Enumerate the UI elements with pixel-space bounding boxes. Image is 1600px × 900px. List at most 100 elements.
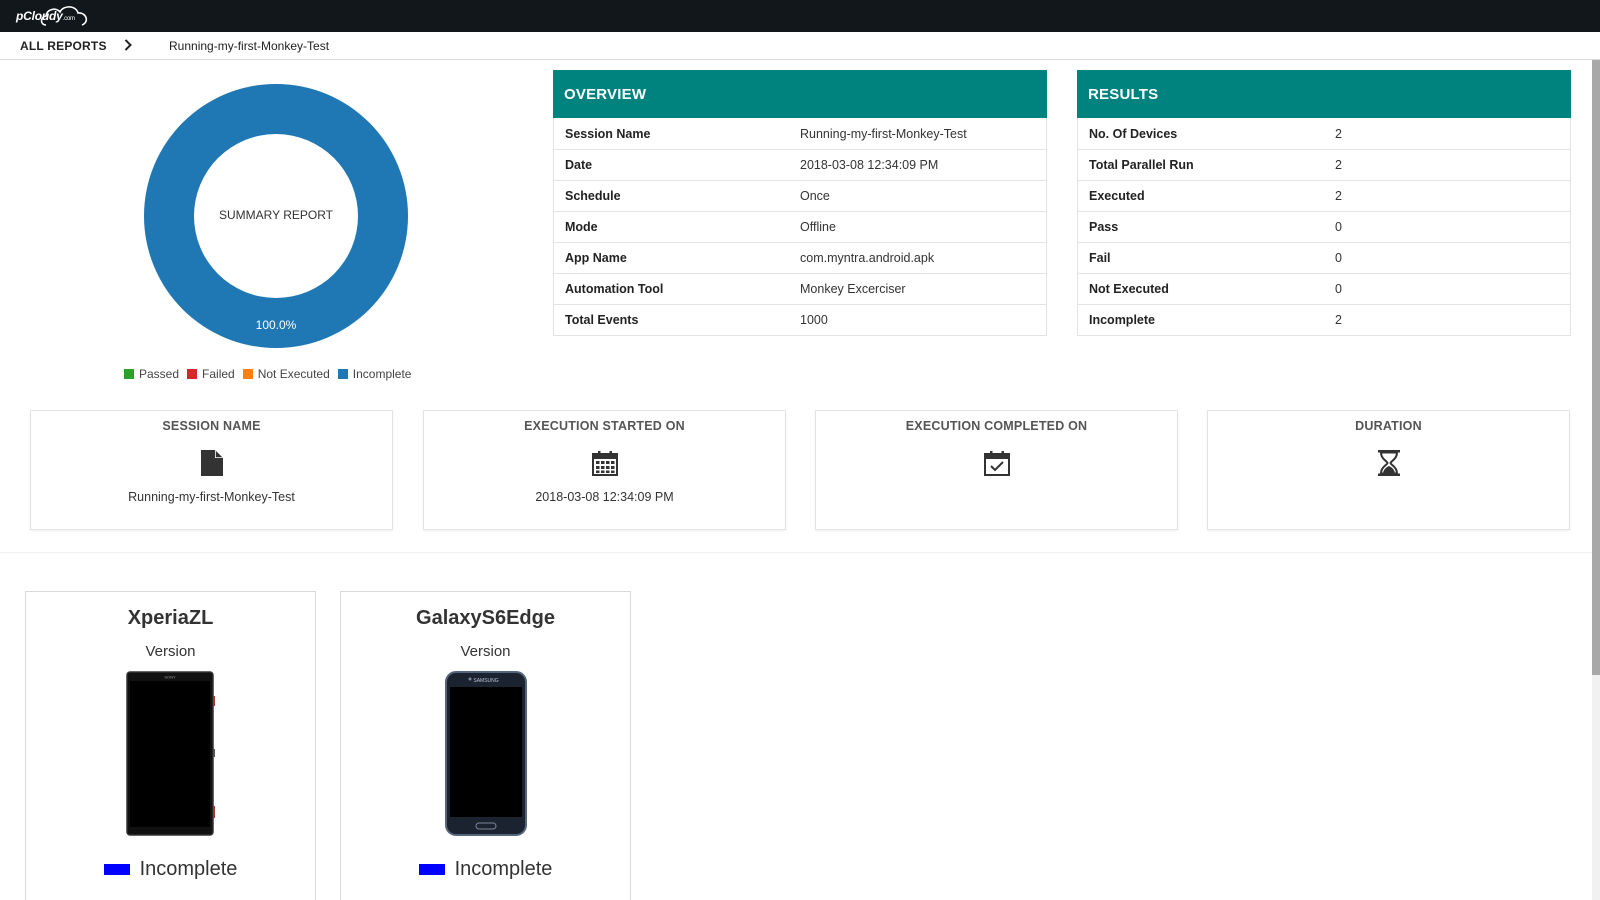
table-row: Incomplete 2	[1078, 304, 1570, 335]
pcloudy-logo[interactable]: pCloudy.com	[16, 4, 88, 28]
donut-center-label: SUMMARY REPORT	[218, 208, 334, 222]
row-key: Fail	[1089, 251, 1111, 265]
chevron-right-icon	[124, 39, 132, 51]
info-card-duration: DURATION	[1207, 410, 1570, 530]
hourglass-icon	[1377, 450, 1400, 476]
device-version-label: Version	[145, 643, 196, 660]
page-scrollbar-thumb[interactable]	[1592, 60, 1600, 675]
row-value: 2	[1335, 158, 1342, 172]
device-phone-image: SAMSUNG	[444, 671, 527, 836]
donut-slice-label: 100.0%	[255, 318, 297, 332]
table-row: Executed 2	[1078, 180, 1570, 211]
row-value: 0	[1335, 251, 1342, 265]
legend-item-not-executed[interactable]: Not Executed	[242, 367, 330, 381]
table-row: Schedule Once	[554, 180, 1046, 211]
row-value: 2018-03-08 12:34:09 PM	[800, 158, 939, 172]
calendar-icon	[591, 451, 618, 476]
row-key: Automation Tool	[565, 282, 664, 296]
table-row: Session Name Running-my-first-Monkey-Test	[554, 118, 1046, 149]
info-card-title: EXECUTION STARTED ON	[524, 419, 685, 433]
table-row: Pass 0	[1078, 211, 1570, 242]
row-key: Session Name	[565, 126, 651, 141]
row-key: Pass	[1089, 220, 1119, 234]
table-row: Fail 0	[1078, 242, 1570, 273]
results-table: No. Of Devices 2 Total Parallel Run 2 Exec…	[1077, 118, 1571, 336]
legend-label: Passed	[139, 367, 180, 381]
status-swatch	[418, 864, 445, 875]
legend-item-incomplete[interactable]: Incomplete	[337, 367, 412, 381]
info-card-execution-completed: EXECUTION COMPLETED ON	[815, 410, 1178, 530]
device-status-label: Incomplete	[139, 858, 238, 880]
table-row: Total Parallel Run 2	[1078, 149, 1570, 180]
section-divider	[0, 552, 1592, 553]
top-bar: pCloudy.com	[0, 0, 1600, 32]
legend-swatch	[124, 369, 134, 379]
info-card-value: Running-my-first-Monkey-Test	[128, 490, 295, 504]
results-panel: RESULTS No. Of Devices 2 Total Parallel R…	[1077, 70, 1571, 336]
logo-text: pCloudy.com	[16, 9, 75, 23]
table-row: Not Executed 0	[1078, 273, 1570, 304]
device-card-galaxys6edge[interactable]: GalaxyS6Edge Version SAMSUNG Incomplete	[340, 591, 631, 900]
device-name: XperiaZL	[127, 607, 214, 629]
row-value: Monkey Excerciser	[800, 282, 906, 296]
legend-label: Incomplete	[352, 367, 412, 381]
device-status-label: Incomplete	[454, 858, 553, 880]
table-row: Automation Tool Monkey Excerciser	[554, 273, 1046, 304]
info-card-title: EXECUTION COMPLETED ON	[905, 419, 1088, 433]
device-brand: SONY	[164, 675, 176, 680]
device-version-label: Version	[460, 643, 511, 660]
row-key: Executed	[1089, 189, 1145, 203]
device-status: Incomplete	[26, 858, 315, 881]
row-value: 0	[1335, 282, 1342, 296]
device-brand: SAMSUNG	[473, 678, 498, 684]
device-phone-image: SONY	[125, 671, 215, 836]
legend-swatch	[337, 369, 348, 379]
results-title: RESULTS	[1077, 70, 1571, 118]
info-card-session-name: SESSION NAME Running-my-first-Monkey-Tes…	[30, 410, 393, 530]
row-key: Not Executed	[1089, 282, 1169, 296]
info-card-title: DURATION	[1355, 419, 1422, 433]
device-status: Incomplete	[341, 858, 630, 881]
calendar-check-icon	[983, 451, 1010, 476]
overview-title: OVERVIEW	[553, 70, 1047, 118]
row-key: Schedule	[565, 189, 621, 203]
overview-table: Session Name Running-my-first-Monkey-Test…	[553, 118, 1047, 336]
legend-item-passed[interactable]: Passed	[124, 367, 179, 381]
legend-label: Failed	[202, 367, 235, 381]
row-key: No. Of Devices	[1089, 126, 1178, 141]
info-card-value: 2018-03-08 12:34:09 PM	[535, 490, 674, 504]
breadcrumb-current-session: Running-my-first-Monkey-Test	[169, 39, 330, 53]
device-card-xperiazl[interactable]: XperiaZL Version SONY Incomplete	[25, 591, 316, 900]
file-icon	[200, 450, 223, 476]
row-key: Total Parallel Run	[1089, 158, 1194, 172]
info-card-execution-started: EXECUTION STARTED ON 2018-03-08 12:34:09…	[423, 410, 786, 530]
row-value: 0	[1335, 220, 1342, 234]
row-value: Running-my-first-Monkey-Test	[800, 126, 967, 141]
row-value: Offline	[800, 220, 836, 234]
row-value: 2	[1335, 126, 1342, 141]
row-key: Mode	[565, 220, 598, 234]
row-key: App Name	[565, 251, 627, 265]
row-value: com.myntra.android.apk	[800, 251, 935, 265]
row-key: Date	[565, 158, 593, 172]
breadcrumb-all-reports-link[interactable]: ALL REPORTS	[20, 39, 107, 53]
row-key: Incomplete	[1089, 313, 1155, 327]
summary-donut-chart: SUMMARY REPORT 100.0%	[140, 80, 412, 352]
device-name: GalaxyS6Edge	[416, 607, 555, 629]
legend-swatch	[187, 369, 198, 379]
info-card-title: SESSION NAME	[162, 419, 261, 433]
legend-swatch	[242, 369, 253, 379]
row-value: 2	[1335, 313, 1342, 327]
table-row: Total Events 1000	[554, 304, 1046, 335]
legend-label: Not Executed	[257, 367, 330, 381]
legend-item-failed[interactable]: Failed	[187, 367, 235, 381]
row-value: Once	[800, 189, 830, 203]
row-value: 1000	[800, 313, 828, 327]
row-value: 2	[1335, 189, 1342, 203]
row-key: Total Events	[565, 313, 639, 327]
table-row: Mode Offline	[554, 211, 1046, 242]
table-row: Date 2018-03-08 12:34:09 PM	[554, 149, 1046, 180]
overview-panel: OVERVIEW Session Name Running-my-first-Mo…	[553, 70, 1047, 336]
status-swatch	[103, 864, 130, 875]
table-row: No. Of Devices 2	[1078, 118, 1570, 149]
